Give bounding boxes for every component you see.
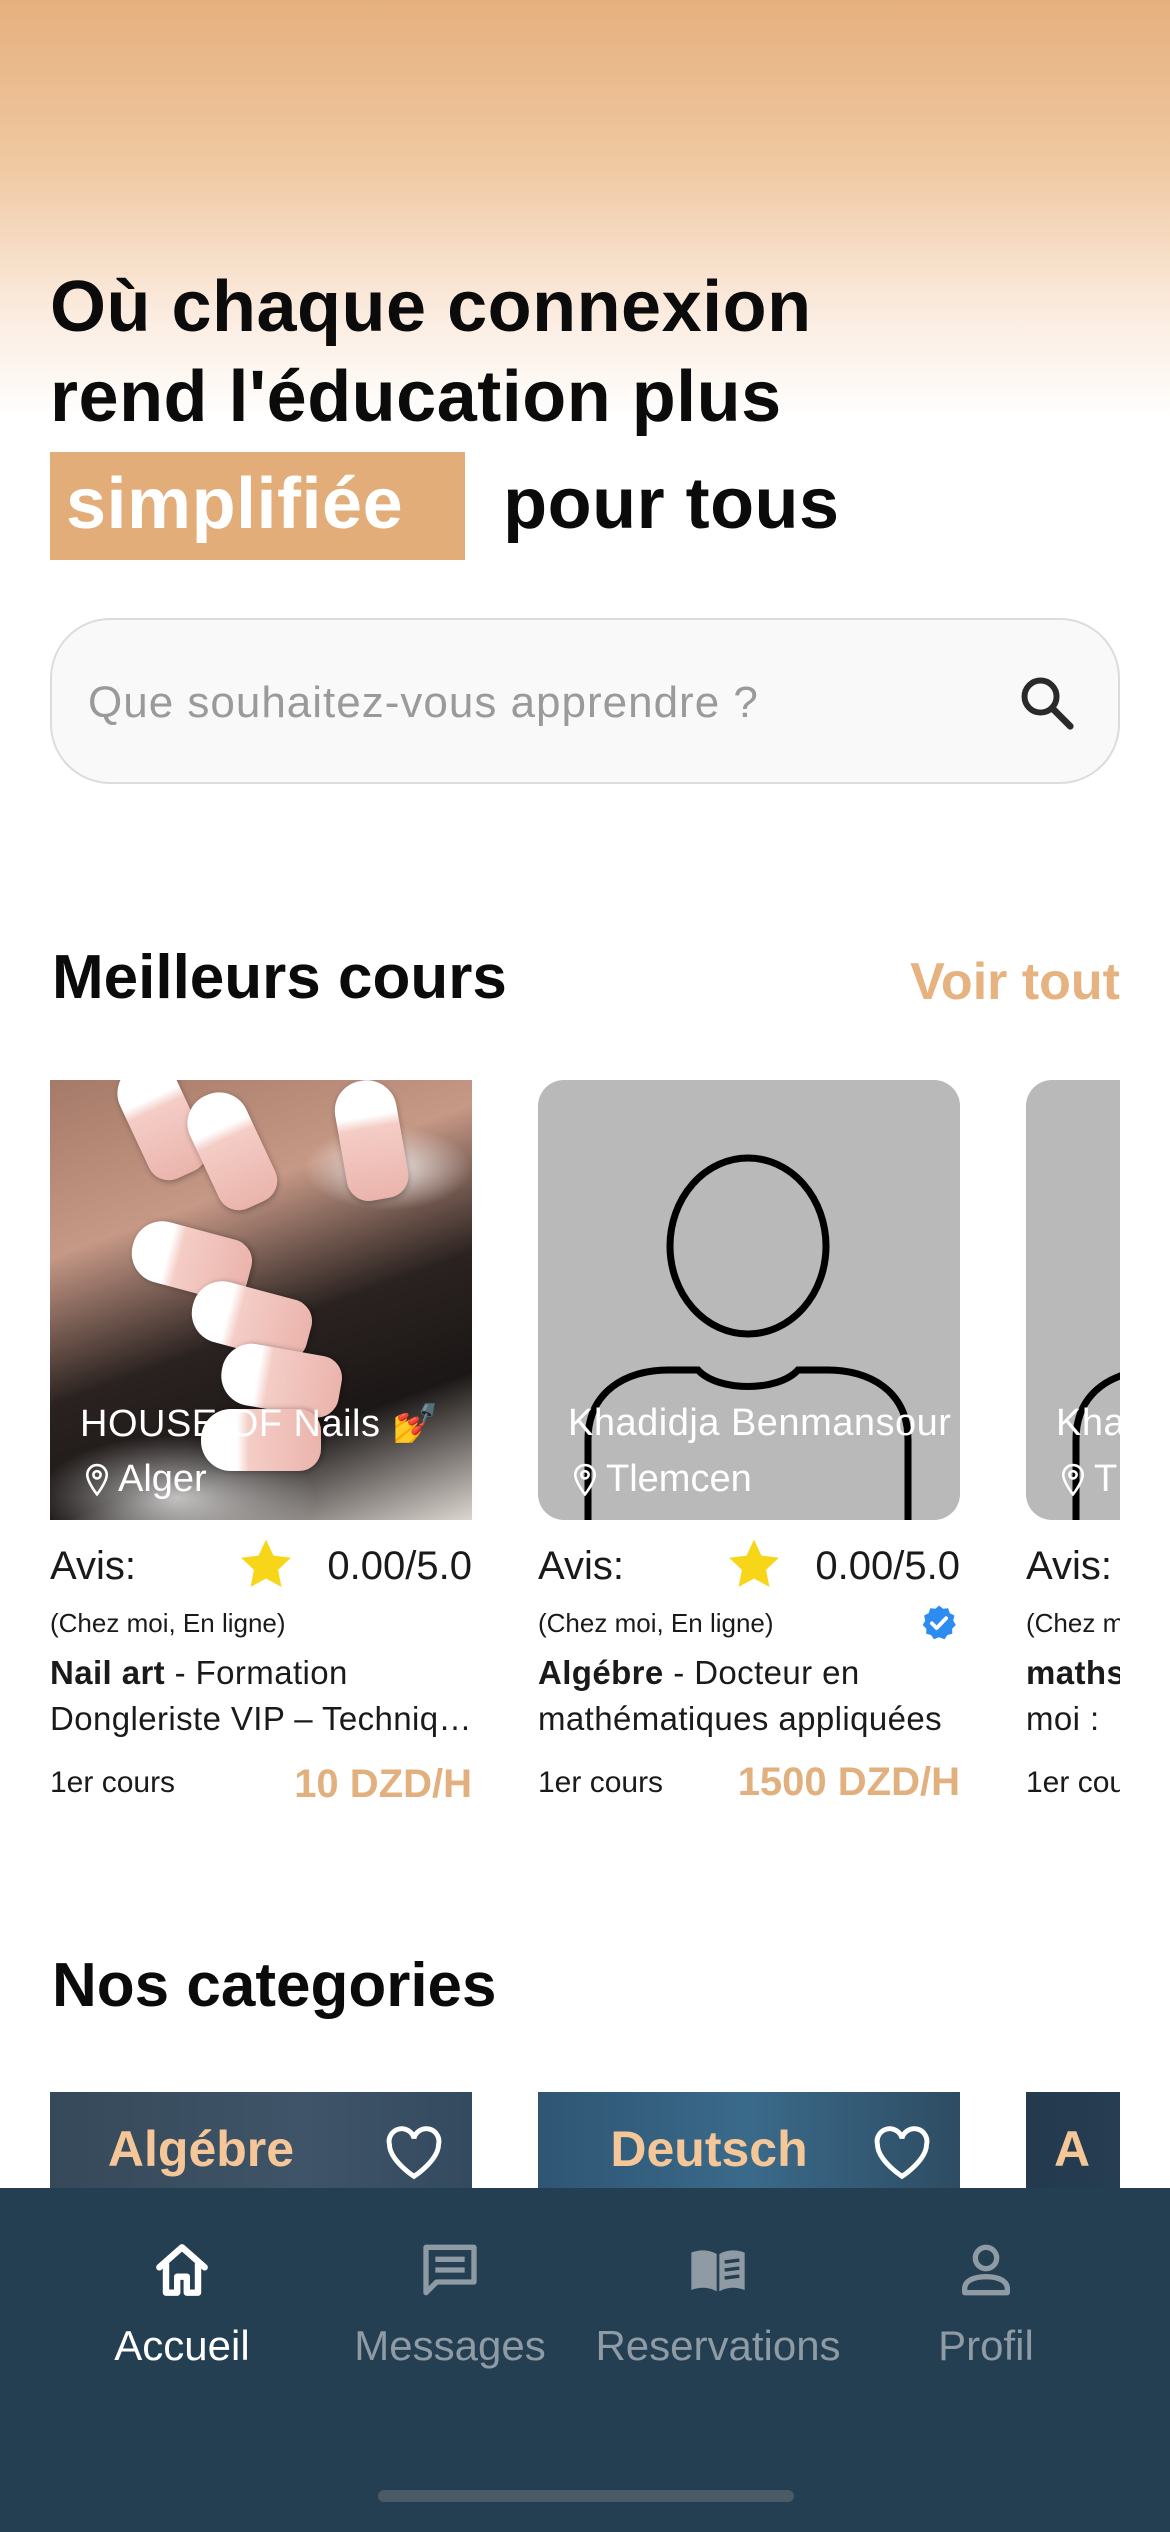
- bottom-tab-bar: Accueil Messages Reservations Profil: [0, 2188, 1170, 2532]
- rating-label: Avis:: [50, 1544, 136, 1588]
- teacher-location: Alger: [84, 1458, 207, 1501]
- hero-line-1: Où chaque connexion: [50, 267, 812, 347]
- hero-line-2: rend l'éducation plus: [50, 357, 782, 437]
- verified-badge-icon: [922, 1605, 956, 1640]
- course-image: HOUSE OF Nails 💅 Alger: [50, 1080, 472, 1520]
- category-label: A: [1054, 2121, 1091, 2177]
- teacher-name: HOUSE OF Nails 💅: [80, 1403, 440, 1445]
- course-mode: (Chez m: [1026, 1608, 1120, 1638]
- rating-row: Avis: 0.00/5.0: [538, 1536, 960, 1596]
- rating-label: Avis:: [538, 1544, 624, 1588]
- location-pin-icon: [85, 1463, 109, 1496]
- course-image: Khadidja Benmansour Tlemcen: [538, 1080, 960, 1520]
- course-description: Algébre - Docteur en mathématiques appli…: [538, 1654, 943, 1737]
- location-pin-icon: [573, 1463, 597, 1496]
- profile-icon: [962, 2244, 1010, 2296]
- heart-icon[interactable]: [872, 2126, 932, 2180]
- teacher-name: Khadidja Benmansour: [568, 1402, 952, 1444]
- first-course-label: 1er cou: [1026, 1766, 1120, 1799]
- category-card[interactable]: Deutsch: [538, 2092, 960, 2188]
- course-card[interactable]: Khadidja Benmansour Tlemcen Avis: 0.00/5…: [538, 1080, 960, 1820]
- search-bar[interactable]: Que souhaitez-vous apprendre ?: [50, 618, 1120, 784]
- hero-title: Où chaque connexion rend l'éducation plu…: [50, 262, 1100, 560]
- search-icon[interactable]: [1016, 672, 1078, 734]
- first-course-label: 1er cours: [538, 1766, 664, 1799]
- teacher-location: Tlemcen: [572, 1458, 752, 1501]
- tab-label: Messages: [354, 2322, 546, 2369]
- course-mode: (Chez moi, En ligne): [50, 1608, 286, 1638]
- course-mode: (Chez moi, En ligne): [538, 1608, 774, 1638]
- course-card[interactable]: Kha T Avis: (Chez m maths moi : 1er cou: [1026, 1080, 1120, 1820]
- category-label: Deutsch: [610, 2121, 808, 2177]
- see-all-link[interactable]: Voir tout: [910, 952, 1120, 1012]
- hero-highlight: simplifiée: [50, 452, 466, 560]
- tab-accueil[interactable]: Accueil: [52, 2238, 312, 2378]
- tab-profil[interactable]: Profil: [856, 2238, 1116, 2378]
- rating-value: 0.00/5.0: [327, 1544, 472, 1588]
- teacher-location: T: [1060, 1458, 1117, 1501]
- best-courses-title: Meilleurs cours: [52, 943, 507, 1012]
- category-label: Algébre: [107, 2121, 295, 2177]
- category-card[interactable]: A: [1026, 2092, 1120, 2188]
- course-subject: maths: [1026, 1654, 1120, 1691]
- course-description: maths moi :: [1026, 1650, 1120, 1742]
- first-course-label: 1er cours: [50, 1766, 176, 1799]
- message-icon: [423, 2244, 477, 2296]
- best-courses-carousel[interactable]: HOUSE OF Nails 💅 Alger Avis: 0.00/5.0 (C…: [50, 1080, 1120, 1820]
- star-icon: [241, 1539, 291, 1587]
- tab-label: Profil: [938, 2322, 1034, 2369]
- course-card[interactable]: HOUSE OF Nails 💅 Alger Avis: 0.00/5.0 (C…: [50, 1080, 472, 1820]
- tab-label: Reservations: [595, 2322, 841, 2369]
- course-subject: Nail art: [50, 1654, 166, 1691]
- book-icon: [691, 2250, 745, 2292]
- heart-icon[interactable]: [384, 2126, 444, 2180]
- categories-title: Nos categories: [52, 1951, 497, 2020]
- rating-row: Avis: 0.00/5.0: [50, 1536, 472, 1596]
- tab-messages[interactable]: Messages: [320, 2238, 580, 2378]
- hero-line-3-rest: pour tous: [503, 464, 840, 544]
- teacher-name: Kha: [1056, 1402, 1120, 1444]
- rating-label: Avis:: [1026, 1544, 1112, 1588]
- rating-row: Avis:: [1026, 1536, 1120, 1596]
- course-subject: Algébre: [538, 1654, 664, 1691]
- course-price: 10 DZD/H: [294, 1762, 472, 1806]
- tab-label: Accueil: [114, 2322, 250, 2369]
- course-description: Nail art - Formation Dongleriste VIP – T…: [50, 1654, 472, 1737]
- location-pin-icon: [1061, 1463, 1085, 1496]
- tab-reservations[interactable]: Reservations: [588, 2238, 848, 2378]
- home-indicator[interactable]: [378, 2490, 794, 2502]
- hero-line-3: simplifiée pour tous: [50, 452, 1100, 560]
- categories-carousel[interactable]: Algébre Deutsch A: [50, 2092, 1120, 2188]
- search-input[interactable]: Que souhaitez-vous apprendre ?: [88, 678, 759, 728]
- star-icon: [729, 1539, 779, 1587]
- course-price: 1500 DZD/H: [737, 1760, 960, 1804]
- course-image: Kha T: [1026, 1080, 1120, 1520]
- category-card[interactable]: Algébre: [50, 2092, 472, 2188]
- home-icon: [156, 2244, 208, 2296]
- rating-value: 0.00/5.0: [815, 1544, 960, 1588]
